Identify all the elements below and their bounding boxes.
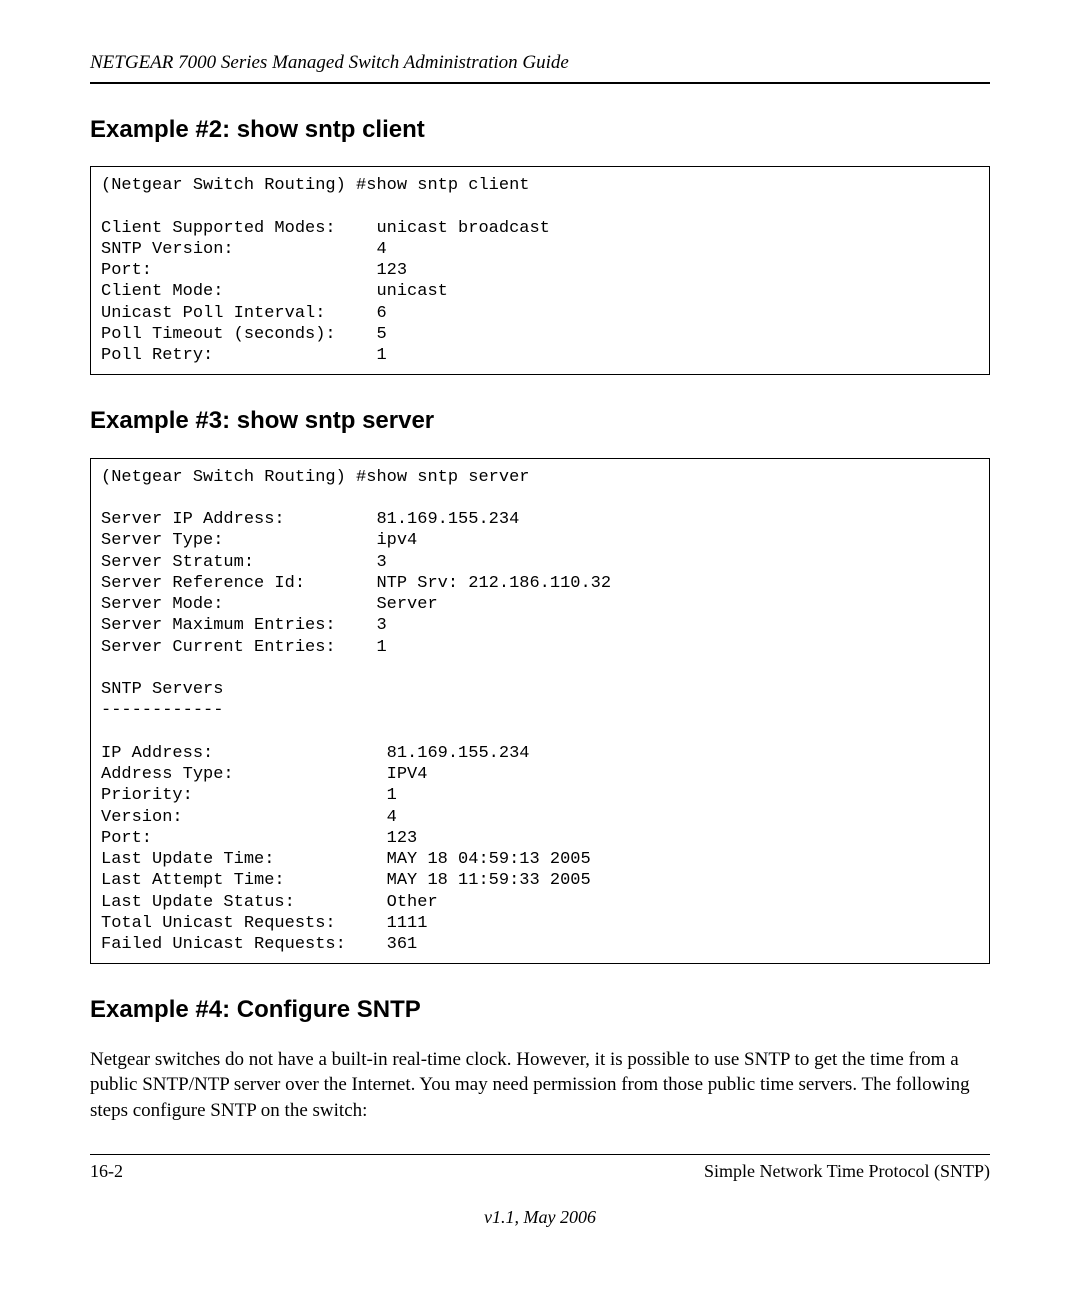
example2-code-block: (Netgear Switch Routing) #show sntp clie… bbox=[90, 166, 990, 375]
doc-version: v1.1, May 2006 bbox=[90, 1205, 990, 1229]
footer-row: 16-2 Simple Network Time Protocol (SNTP) bbox=[90, 1155, 990, 1183]
example4-heading: Example #4: Configure SNTP bbox=[90, 994, 990, 1026]
page-number: 16-2 bbox=[90, 1159, 123, 1183]
footer-section-title: Simple Network Time Protocol (SNTP) bbox=[704, 1159, 990, 1183]
example3-heading: Example #3: show sntp server bbox=[90, 405, 990, 437]
example4-body-text: Netgear switches do not have a built-in … bbox=[90, 1047, 990, 1124]
example3-code-block: (Netgear Switch Routing) #show sntp serv… bbox=[90, 458, 990, 965]
example2-heading: Example #2: show sntp client bbox=[90, 114, 990, 146]
doc-header: NETGEAR 7000 Series Managed Switch Admin… bbox=[90, 50, 990, 84]
